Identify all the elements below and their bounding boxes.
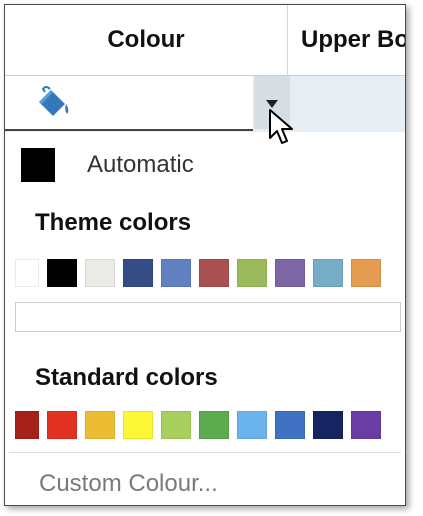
theme-colors-heading: Theme colors xyxy=(35,209,192,236)
colour-picker-bar xyxy=(5,76,405,132)
theme-color-swatch[interactable] xyxy=(123,259,153,287)
theme-colors-row xyxy=(15,259,381,287)
automatic-colour-label: Automatic xyxy=(87,151,194,178)
standard-color-swatch[interactable] xyxy=(275,411,305,439)
mouse-pointer-icon xyxy=(269,109,293,144)
standard-color-swatch[interactable] xyxy=(351,411,381,439)
paint-bucket-icon xyxy=(39,86,69,116)
colour-picker-window: Colour Upper Bo Automatic Theme colors S… xyxy=(4,4,406,506)
fill-colour-field[interactable] xyxy=(5,76,253,131)
theme-color-swatch[interactable] xyxy=(275,259,305,287)
caret-down-icon xyxy=(266,100,278,108)
column-header-row: Colour Upper Bo xyxy=(5,5,405,76)
column-header-colour[interactable]: Colour xyxy=(5,5,288,75)
automatic-colour-option[interactable]: Automatic xyxy=(21,147,194,183)
theme-color-swatch[interactable] xyxy=(47,259,77,287)
standard-color-swatch[interactable] xyxy=(161,411,191,439)
recent-colors-box xyxy=(15,302,401,332)
standard-colors-heading: Standard colors xyxy=(35,364,218,391)
column-header-upper-border[interactable]: Upper Bo xyxy=(289,5,405,75)
automatic-colour-swatch xyxy=(21,148,55,182)
theme-color-swatch[interactable] xyxy=(161,259,191,287)
standard-color-swatch[interactable] xyxy=(85,411,115,439)
theme-color-swatch[interactable] xyxy=(15,259,39,287)
theme-color-swatch[interactable] xyxy=(237,259,267,287)
custom-colour-divider xyxy=(9,452,401,453)
custom-colour-option[interactable]: Custom Colour... xyxy=(39,470,218,498)
colour-dropdown-panel: Automatic Theme colors Standard colors C… xyxy=(5,132,405,505)
standard-color-swatch[interactable] xyxy=(47,411,77,439)
standard-colors-row xyxy=(15,411,381,439)
theme-color-swatch[interactable] xyxy=(313,259,343,287)
theme-color-swatch[interactable] xyxy=(351,259,381,287)
standard-color-swatch[interactable] xyxy=(15,411,39,439)
theme-color-swatch[interactable] xyxy=(199,259,229,287)
standard-color-swatch[interactable] xyxy=(313,411,343,439)
standard-color-swatch[interactable] xyxy=(199,411,229,439)
standard-color-swatch[interactable] xyxy=(123,411,153,439)
theme-color-swatch[interactable] xyxy=(85,259,115,287)
standard-color-swatch[interactable] xyxy=(237,411,267,439)
